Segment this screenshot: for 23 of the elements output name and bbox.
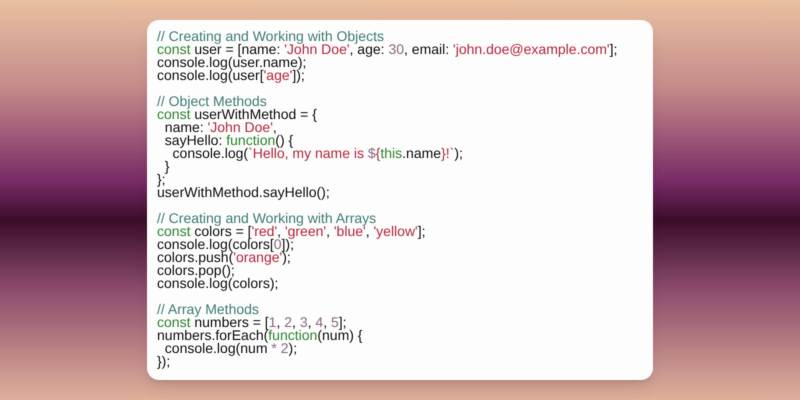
code-line: };: [157, 173, 166, 186]
code-line: colors.pop();: [157, 264, 235, 277]
code-line: name: 'John Doe',: [164, 121, 277, 134]
code-line: const numbers = [1, 2, 3, 4, 5];: [157, 316, 347, 329]
code-line: colors.push('orange');: [157, 251, 291, 264]
code-line: // Object Methods: [157, 95, 267, 108]
code-line: console.log(colors[0]);: [157, 238, 294, 251]
code-line: }: [164, 160, 170, 173]
code-line: console.log(user.name);: [157, 56, 306, 69]
code-line: // Creating and Working with Arrays: [157, 212, 376, 225]
code-line: const colors = ['red', 'green', 'blue', 'yellow'];: [157, 225, 426, 238]
code-line: userWithMethod.sayHello();: [157, 186, 330, 199]
code-line: const user = [name: 'John Doe', age: 30, email: 'john.doe@example.com'];: [157, 43, 618, 56]
code-line: });: [157, 355, 170, 368]
code-line: console.log(user['age']);: [157, 69, 305, 82]
code-line: numbers.forEach(function(num) {: [157, 329, 362, 342]
code-line: // Creating and Working with Objects: [157, 30, 384, 43]
code-line: const userWithMethod = {: [157, 108, 317, 121]
code-line: console.log(`Hello, my name is ${this.name}!`);: [172, 147, 463, 160]
code-line: console.log(colors);: [157, 277, 278, 290]
code-line: console.log(num * 2);: [164, 342, 298, 355]
code-line: sayHello: function() {: [164, 134, 294, 147]
code-line: // Array Methods: [157, 303, 259, 316]
